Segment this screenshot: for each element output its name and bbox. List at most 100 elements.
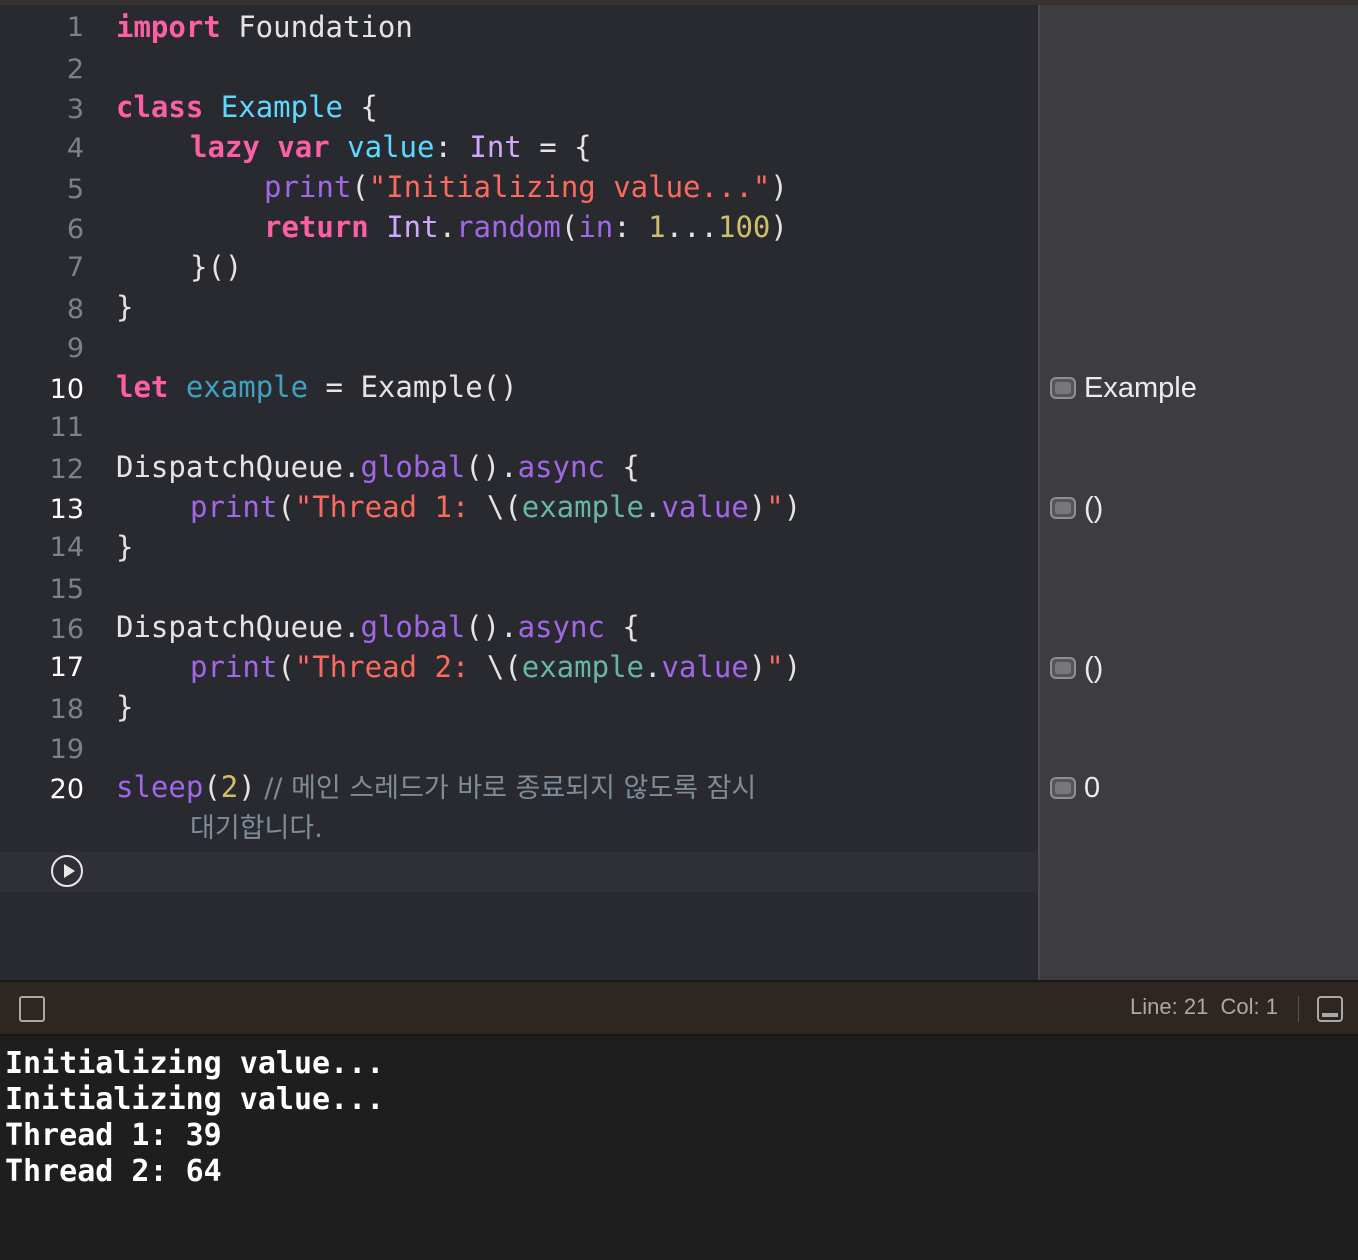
token: ) bbox=[783, 490, 802, 524]
token: Int bbox=[368, 210, 439, 244]
token: value bbox=[661, 650, 749, 684]
result-row[interactable]: () bbox=[1050, 648, 1103, 688]
token: 100 bbox=[718, 210, 771, 244]
line-number-executed: 17 bbox=[49, 652, 84, 683]
console-output[interactable]: Initializing value... Initializing value… bbox=[0, 1036, 1358, 1260]
line-number-executed: 20 bbox=[49, 774, 84, 805]
token: 1 bbox=[648, 210, 666, 244]
quick-look-icon[interactable] bbox=[1050, 657, 1076, 679]
code-line-4[interactable]: lazy var value: Int = { bbox=[190, 127, 592, 167]
play-circle-icon[interactable] bbox=[51, 855, 83, 887]
token: } bbox=[116, 690, 134, 724]
debug-bar: Line: 21 Col: 1 bbox=[0, 980, 1358, 1036]
line-number: 14 bbox=[49, 532, 84, 563]
code-line-10[interactable]: let example = Example() bbox=[116, 367, 518, 407]
token: } bbox=[116, 530, 134, 564]
code-line-20[interactable]: sleep(2) // 메인 스레드가 바로 종료되지 않도록 잠시 bbox=[116, 767, 756, 809]
code-line-20-wrap[interactable]: 대기합니다. bbox=[190, 807, 323, 849]
code-line-12[interactable]: DispatchQueue.global().async { bbox=[116, 447, 640, 487]
token: ( bbox=[560, 210, 579, 244]
token: ( bbox=[203, 770, 221, 804]
token: DispatchQueue. bbox=[116, 450, 361, 484]
code-line-17[interactable]: print("Thread 2: \(example.value)") bbox=[190, 647, 801, 687]
token: global bbox=[360, 450, 466, 484]
bottom-panel-icon[interactable] bbox=[1317, 996, 1343, 1022]
token: : bbox=[613, 210, 649, 244]
token: import bbox=[116, 10, 221, 44]
token: print bbox=[190, 490, 278, 524]
result-value: () bbox=[1084, 651, 1104, 684]
quick-look-icon[interactable] bbox=[1050, 497, 1076, 519]
token: \( bbox=[486, 650, 522, 684]
console-line: Initializing value... bbox=[5, 1082, 385, 1117]
divider bbox=[1298, 996, 1299, 1022]
code-editor[interactable]: 1 2 3 4 5 6 7 8 9 10 11 12 13 14 15 16 1… bbox=[0, 5, 1038, 980]
token: print bbox=[264, 170, 352, 204]
token: async bbox=[517, 610, 605, 644]
token: { bbox=[343, 90, 378, 124]
token: Example bbox=[203, 90, 343, 124]
token: example bbox=[521, 650, 644, 684]
console-line: Thread 1: 39 bbox=[5, 1118, 222, 1153]
token: { bbox=[604, 450, 640, 484]
result-value: () bbox=[1084, 491, 1104, 524]
code-line-1[interactable]: import Foundation bbox=[116, 7, 413, 47]
token: " bbox=[766, 650, 784, 684]
result-row[interactable]: () bbox=[1050, 488, 1103, 528]
result-row[interactable]: 0 bbox=[1050, 768, 1100, 808]
token: ... bbox=[665, 210, 719, 244]
code-line-18[interactable]: } bbox=[116, 687, 133, 727]
line-number: 3 bbox=[66, 94, 84, 125]
token: . bbox=[643, 650, 662, 684]
token: value bbox=[661, 490, 749, 524]
quick-look-icon[interactable] bbox=[1050, 377, 1076, 399]
line-number: 1 bbox=[66, 12, 84, 43]
code-line-7[interactable]: }() bbox=[190, 247, 242, 287]
token: " bbox=[766, 490, 784, 524]
token: class bbox=[116, 90, 204, 124]
token: \( bbox=[486, 490, 522, 524]
console-line: Thread 2: 64 bbox=[5, 1154, 222, 1189]
token: ) bbox=[748, 490, 767, 524]
result-row[interactable]: Example bbox=[1050, 368, 1197, 408]
token: return bbox=[264, 210, 369, 244]
token: = { bbox=[521, 130, 592, 164]
comment: 대기합니다. bbox=[190, 813, 323, 844]
code-line-3[interactable]: class Example { bbox=[116, 87, 378, 127]
code-line-8[interactable]: } bbox=[116, 287, 133, 327]
token: global bbox=[360, 610, 466, 644]
token: ( bbox=[277, 490, 295, 524]
token: ( bbox=[277, 650, 295, 684]
line-number: 7 bbox=[66, 252, 84, 283]
token: ) bbox=[783, 650, 802, 684]
code-line-16[interactable]: DispatchQueue.global().async { bbox=[116, 607, 640, 647]
result-value: Example bbox=[1084, 371, 1197, 404]
comment: // 메인 스레드가 바로 종료되지 않도록 잠시 bbox=[255, 773, 757, 804]
code-line-5[interactable]: print("Initializing value...") bbox=[264, 167, 788, 207]
token: value bbox=[329, 130, 435, 164]
token: : bbox=[434, 130, 470, 164]
code-line-6[interactable]: return Int.random(in: 1...100) bbox=[264, 207, 788, 247]
square-checkbox-icon[interactable] bbox=[19, 996, 45, 1022]
token: ) bbox=[238, 770, 256, 804]
line-number: 16 bbox=[49, 614, 84, 645]
token: "Thread 1: bbox=[294, 490, 487, 524]
line-number: 8 bbox=[66, 294, 84, 325]
code-line-14[interactable]: } bbox=[116, 527, 133, 567]
token: Int bbox=[469, 130, 522, 164]
quick-look-icon[interactable] bbox=[1050, 777, 1076, 799]
line-number: 18 bbox=[49, 694, 84, 725]
token: }() bbox=[190, 250, 243, 284]
token: { bbox=[604, 610, 640, 644]
token: print bbox=[190, 650, 278, 684]
token: sleep bbox=[116, 770, 204, 804]
token: ) bbox=[748, 650, 767, 684]
code-line-13[interactable]: print("Thread 1: \(example.value)") bbox=[190, 487, 801, 527]
token: ) bbox=[770, 210, 788, 244]
line-number: 4 bbox=[66, 133, 84, 164]
current-line-highlight[interactable] bbox=[0, 852, 1038, 892]
token: = Example() bbox=[308, 370, 518, 404]
token: (). bbox=[465, 450, 518, 484]
line-number: 6 bbox=[66, 214, 84, 245]
token: random bbox=[456, 210, 561, 244]
